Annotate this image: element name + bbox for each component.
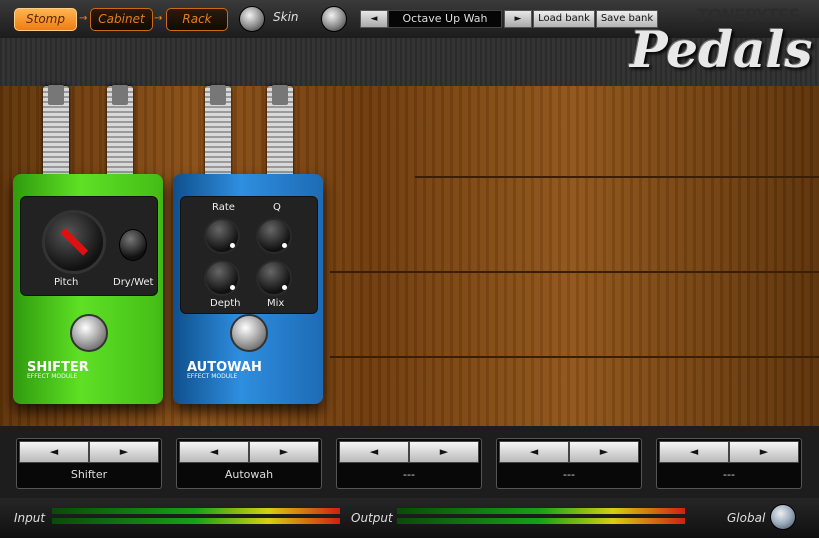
skin-knob[interactable]: [239, 6, 265, 32]
slot-prev-button[interactable]: ◄: [499, 441, 569, 463]
q-knob[interactable]: [256, 218, 292, 254]
drywet-knob[interactable]: [119, 229, 147, 261]
depth-knob[interactable]: [204, 260, 240, 296]
autowah-control-panel: Rate Q Depth Mix: [180, 196, 318, 314]
output-meter-left: [397, 508, 685, 514]
input-meter-right: [52, 518, 340, 524]
input-cable: [205, 85, 231, 178]
plank-seam: [415, 176, 819, 178]
output-cable: [107, 85, 133, 178]
shifter-control-panel: Pitch Dry/Wet: [20, 196, 158, 296]
slot-next-button[interactable]: ►: [89, 441, 159, 463]
slot-next-button[interactable]: ►: [729, 441, 799, 463]
plank-seam: [330, 271, 819, 273]
slot-label: ---: [723, 468, 735, 481]
rate-label: Rate: [212, 202, 235, 213]
stomp-tab[interactable]: Stomp: [14, 8, 77, 31]
preset-name-display: Octave Up Wah: [388, 10, 502, 28]
arrow-icon: →: [154, 13, 163, 24]
output-meter-right: [397, 518, 685, 524]
mix-knob[interactable]: [256, 260, 292, 296]
slot-4: ◄ ► ---: [496, 438, 642, 489]
slot-prev-button[interactable]: ◄: [659, 441, 729, 463]
slot-next-button[interactable]: ►: [409, 441, 479, 463]
autowah-footswitch[interactable]: [230, 314, 268, 352]
output-label: Output: [351, 511, 393, 525]
rack-tab[interactable]: Rack: [166, 8, 228, 31]
global-knob[interactable]: [770, 504, 796, 530]
autowah-pedal: Rate Q Depth Mix AUTOWAH EFFECT MODULE: [173, 174, 323, 404]
slot-label: ---: [563, 468, 575, 481]
plank-seam: [330, 356, 819, 358]
slot-prev-button[interactable]: ◄: [179, 441, 249, 463]
shifter-pedal: Pitch Dry/Wet SHIFTER EFFECT MODULE: [13, 174, 163, 404]
autowah-subtitle: EFFECT MODULE: [187, 373, 238, 380]
shifter-subtitle: EFFECT MODULE: [27, 373, 78, 380]
slot-next-button[interactable]: ►: [249, 441, 319, 463]
slot-label: Autowah: [224, 468, 274, 481]
input-cable: [43, 85, 69, 178]
shifter-footswitch[interactable]: [70, 314, 108, 352]
slot-1: ◄ ► Shifter: [16, 438, 162, 489]
slot-next-button[interactable]: ►: [569, 441, 639, 463]
arrow-icon: →: [79, 13, 88, 24]
q-label: Q: [273, 202, 281, 213]
cabinet-tab[interactable]: Cabinet: [90, 8, 153, 31]
load-bank-button[interactable]: Load bank: [533, 10, 595, 28]
input-label: Input: [14, 511, 46, 525]
product-logo: Pedals: [630, 20, 813, 79]
output-cable: [267, 85, 293, 178]
global-label: Global: [727, 511, 766, 525]
slot-2: ◄ ► Autowah: [176, 438, 322, 489]
slot-prev-button[interactable]: ◄: [19, 441, 89, 463]
slot-label: Shifter: [70, 468, 108, 481]
mix-label: Mix: [267, 298, 285, 309]
slot-prev-button[interactable]: ◄: [339, 441, 409, 463]
options-icon[interactable]: [321, 6, 347, 32]
next-preset-button[interactable]: ►: [504, 10, 532, 28]
pitch-label: Pitch: [54, 277, 79, 288]
skin-label: Skin: [273, 10, 299, 24]
slot-5: ◄ ► ---: [656, 438, 802, 489]
depth-label: Depth: [210, 298, 241, 309]
slot-3: ◄ ► ---: [336, 438, 482, 489]
input-meter-left: [52, 508, 340, 514]
rate-knob[interactable]: [204, 218, 240, 254]
slot-label: ---: [403, 468, 415, 481]
drywet-label: Dry/Wet: [113, 277, 154, 288]
prev-preset-button[interactable]: ◄: [360, 10, 388, 28]
